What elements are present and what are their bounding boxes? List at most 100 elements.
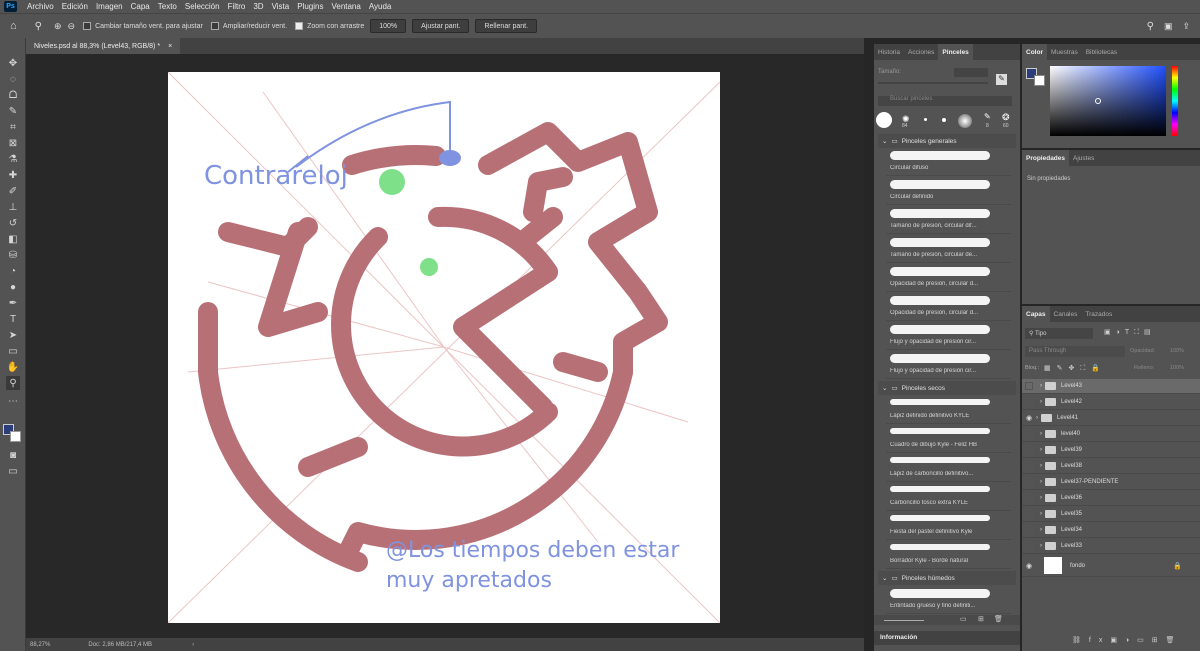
brush-item[interactable]: Opacidad de presión, circular d... <box>886 293 1011 321</box>
brush-item[interactable]: Lápiz de carboncillo definitivo... <box>886 454 1011 482</box>
resize-windows-checkbox[interactable] <box>83 22 92 30</box>
new-brush-icon[interactable]: ✎ <box>996 74 1007 85</box>
brush-size-slider[interactable] <box>878 82 988 84</box>
layer-row[interactable]: › Level43 <box>1022 379 1200 394</box>
close-tab-icon[interactable]: × <box>168 43 172 50</box>
home-icon[interactable]: ⌂ <box>10 20 17 32</box>
brush-item[interactable]: Carboncillo tosco extra KYLE <box>886 483 1011 511</box>
visibility-eye-icon[interactable]: ◉ <box>1022 414 1036 422</box>
brush-item[interactable]: Tamaño de presión, circular dif... <box>886 206 1011 234</box>
tab-ajustes[interactable]: Ajustes <box>1069 150 1098 166</box>
hand-tool-icon[interactable]: ✋ <box>6 360 20 374</box>
menu-archivo[interactable]: Archivo <box>23 2 58 11</box>
brush-item[interactable]: Tamaño de presión, circular de... <box>886 235 1011 263</box>
status-arrow-icon[interactable]: › <box>192 642 194 648</box>
dodge-tool-icon[interactable]: ● <box>6 280 20 294</box>
layer-row[interactable]: › Level39 <box>1022 443 1200 458</box>
tab-canales[interactable]: Canales <box>1050 306 1082 322</box>
layer-filter-select[interactable]: ⚲ Tipo <box>1025 328 1093 339</box>
zoom-out-icon[interactable]: ⊖ <box>68 21 76 32</box>
more-tools-icon[interactable]: ⋯ <box>6 394 20 408</box>
layer-row[interactable]: › Level33 <box>1022 539 1200 554</box>
shape-tool-icon[interactable]: ▭ <box>6 344 20 358</box>
tab-muestras[interactable]: Muestras <box>1047 44 1082 60</box>
background-color-swatch[interactable] <box>10 431 21 442</box>
lasso-tool-icon[interactable]: ᗝ <box>6 88 20 102</box>
marquee-tool-icon[interactable]: ◌ <box>6 72 20 86</box>
menu-filtro[interactable]: Filtro <box>224 2 250 11</box>
preview-size-slider[interactable] <box>884 620 924 621</box>
preset-hard-round[interactable] <box>876 112 892 128</box>
fill-value[interactable]: 100% <box>1170 365 1184 371</box>
layer-row[interactable]: › Level37-PENDIENTE <box>1022 475 1200 490</box>
screen-mode-icon[interactable]: ▭ <box>6 464 20 478</box>
tab-color[interactable]: Color <box>1022 44 1047 60</box>
menu-3d[interactable]: 3D <box>249 2 267 11</box>
healing-brush-tool-icon[interactable]: ✚ <box>6 168 20 182</box>
tab-pinceles[interactable]: Pinceles <box>938 44 973 60</box>
preset-small-dot-2[interactable] <box>942 118 946 122</box>
brush-item[interactable]: Entintado grueso y fino definiti... <box>886 586 1011 614</box>
new-brush-button-icon[interactable]: ⊞ <box>978 615 984 623</box>
eyedropper-tool-icon[interactable]: ⚗ <box>6 152 20 166</box>
brush-tool-icon[interactable]: ✐ <box>6 184 20 198</box>
crop-tool-icon[interactable]: ⌗ <box>6 120 20 134</box>
opacity-value[interactable]: 100% <box>1170 348 1184 354</box>
menu-ventana[interactable]: Ventana <box>327 2 364 11</box>
zoom-tool-active-icon[interactable]: ⚲ <box>6 376 20 390</box>
zoom-level[interactable]: 88,27% <box>30 642 50 648</box>
menu-imagen[interactable]: Imagen <box>92 2 127 11</box>
fill-screen-button[interactable]: Rellenar pant. <box>475 19 538 33</box>
new-group-icon[interactable]: ▭ <box>960 615 967 623</box>
layer-row[interactable]: › Level36 <box>1022 491 1200 506</box>
layer-row[interactable]: › Level38 <box>1022 459 1200 474</box>
share-icon[interactable]: ⇪ <box>1182 21 1190 32</box>
search-icon[interactable]: ⚲ <box>1147 21 1154 32</box>
brush-group-generales[interactable]: ⌄ ▭ Pinceles generales <box>878 134 1016 148</box>
background-layer-row[interactable]: ◉ fondo 🔒 <box>1022 555 1200 577</box>
layer-row[interactable]: › Level35 <box>1022 507 1200 522</box>
fit-screen-button[interactable]: Ajustar pant. <box>412 19 470 33</box>
brush-size-field[interactable] <box>954 68 988 77</box>
visibility-eye-icon[interactable]: ◉ <box>1022 562 1036 570</box>
color-picker-cursor[interactable] <box>1095 98 1101 104</box>
zoom-100-button[interactable]: 100% <box>370 19 407 33</box>
bg-color-chip[interactable] <box>1034 75 1045 86</box>
brush-item[interactable]: Circular difuso <box>886 148 1011 176</box>
preset-brush-icon[interactable]: ✎ <box>984 112 991 121</box>
brush-item[interactable]: Borrador Kyle - Borde natural <box>886 541 1011 569</box>
clone-stamp-tool-icon[interactable]: ⊥ <box>6 200 20 214</box>
blend-mode-select[interactable]: Pass Through <box>1025 346 1125 357</box>
lock-icons[interactable]: ▦✎✥⛶🔒 <box>1044 364 1106 373</box>
workspace-icon[interactable]: ▣ <box>1164 21 1173 32</box>
frame-tool-icon[interactable]: ⊠ <box>6 136 20 150</box>
preset-soft-round[interactable] <box>958 114 972 128</box>
hue-slider[interactable] <box>1172 66 1178 136</box>
document-tab[interactable]: Niveles.psd al 88,3% (Level43, RGB/8) * … <box>26 38 181 54</box>
zoom-all-checkbox[interactable] <box>210 22 219 30</box>
history-brush-tool-icon[interactable]: ↺ <box>6 216 20 230</box>
tab-propiedades[interactable]: Propiedades <box>1022 150 1070 166</box>
color-picker-field[interactable] <box>1050 66 1166 136</box>
tab-trazados[interactable]: Trazados <box>1081 306 1116 322</box>
brush-item[interactable]: Lápiz definido definitivo KYLE <box>886 396 1011 424</box>
quick-mask-icon[interactable]: ◙ <box>6 448 20 462</box>
pen-tool-icon[interactable]: ✒ <box>6 296 20 310</box>
menu-vista[interactable]: Vista <box>268 2 294 11</box>
brush-item[interactable]: Fiesta del pastel definitivo Kyle <box>886 512 1011 540</box>
blur-tool-icon[interactable]: ◔ <box>6 264 20 278</box>
path-select-tool-icon[interactable]: ➤ <box>6 328 20 342</box>
layers-footer-icons[interactable]: ⛓fx▣◑▭⊞🗑 <box>1072 636 1183 644</box>
move-tool-icon[interactable]: ✥ <box>6 56 20 70</box>
layer-row[interactable]: ◉ › Level41 <box>1022 411 1200 426</box>
brush-search-input[interactable]: Buscar pinceles <box>878 96 1012 106</box>
brush-group-humedos[interactable]: ⌄ ▭ Pinceles húmedos <box>878 571 1016 585</box>
menu-ayuda[interactable]: Ayuda <box>365 2 396 11</box>
eraser-tool-icon[interactable]: ◧ <box>6 232 20 246</box>
brush-item[interactable]: Flujo y opacidad de presión cir... <box>886 351 1011 379</box>
zoom-in-icon[interactable]: ⊕ <box>54 21 62 32</box>
menu-edicion[interactable]: Edición <box>58 2 92 11</box>
menu-capa[interactable]: Capa <box>127 2 154 11</box>
brush-item[interactable]: Flujo y opacidad de presión cir... <box>886 322 1011 350</box>
tab-capas[interactable]: Capas <box>1022 306 1050 322</box>
